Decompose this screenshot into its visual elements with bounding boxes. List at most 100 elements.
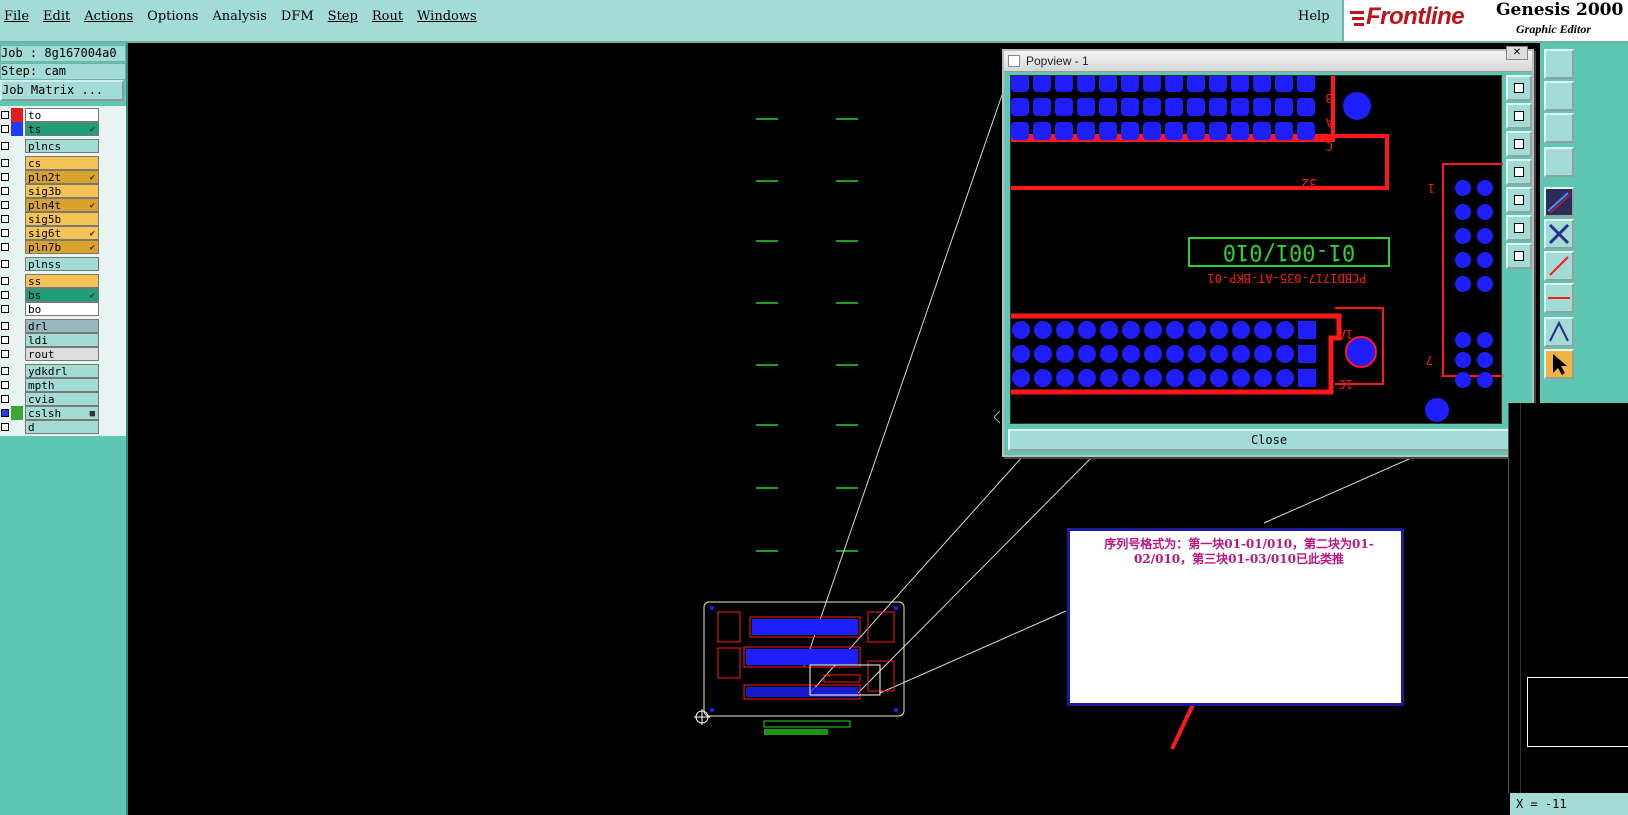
popview-close-button[interactable]: Close [1008, 429, 1530, 451]
overview-frame[interactable] [1527, 677, 1628, 747]
layer-row-to[interactable]: to [0, 108, 100, 122]
snap-icon[interactable] [1544, 317, 1574, 347]
fit-icon[interactable] [1506, 215, 1532, 241]
layer-name[interactable]: to [25, 108, 99, 122]
menu-dfm[interactable]: DFM [281, 9, 314, 24]
layer-row-ldi[interactable]: ldi [0, 333, 100, 347]
layer-row-sig6t[interactable]: sig6t ✔ [0, 226, 100, 240]
layer-name[interactable]: pln7b ✔ [25, 240, 99, 254]
layer-checkbox[interactable] [1, 215, 9, 223]
layer-name[interactable]: ydkdrl [25, 364, 99, 378]
layer-checkbox[interactable] [1, 291, 9, 299]
layer-row-pln7b[interactable]: pln7b ✔ [0, 240, 100, 254]
menu-rout[interactable]: Rout [372, 9, 403, 24]
layer-checkbox[interactable] [1, 229, 9, 237]
measure-icon[interactable] [1544, 251, 1574, 281]
layer-row-pln2t[interactable]: pln2t ✔ [0, 170, 100, 184]
layer-row-plnss[interactable]: plnss [0, 257, 100, 271]
layer-checkbox[interactable] [1, 260, 9, 268]
menu-options[interactable]: Options [147, 9, 198, 24]
fit-all-icon[interactable] [1506, 243, 1532, 269]
layer-row-cslsh[interactable]: cslsh ■ [0, 406, 100, 420]
pan-left-icon[interactable] [1506, 159, 1532, 185]
layer-row-cs[interactable]: cs [0, 156, 100, 170]
layer-checkbox[interactable] [1, 125, 9, 133]
add-line-icon[interactable] [1544, 187, 1574, 217]
pointer-icon[interactable] [1544, 349, 1574, 379]
layer-row-cvia[interactable]: cvia [0, 392, 100, 406]
select-icon[interactable] [1544, 49, 1574, 79]
layer-name[interactable]: pln4t ✔ [25, 198, 99, 212]
layer-row-rout[interactable]: rout [0, 347, 100, 361]
popview-window-close-icon[interactable]: ✕ [1506, 46, 1528, 60]
layer-name[interactable]: pln2t ✔ [25, 170, 99, 184]
window-icon[interactable] [1544, 81, 1574, 111]
layer-checkbox[interactable] [1, 111, 9, 119]
grid-icon[interactable] [1544, 147, 1574, 177]
layer-row-sig5b[interactable]: sig5b [0, 212, 100, 226]
layer-row-mpth[interactable]: mpth [0, 378, 100, 392]
layer-row-bs[interactable]: bs ✔ [0, 288, 100, 302]
menu-windows[interactable]: Windows [417, 9, 477, 24]
layer-checkbox[interactable] [1, 336, 9, 344]
layer-name[interactable]: cslsh ■ [25, 406, 99, 420]
layer-name[interactable]: ts ✔ [25, 122, 99, 136]
layer-name[interactable]: cs [25, 156, 99, 170]
pan-up-icon[interactable] [1506, 131, 1532, 157]
menu-step[interactable]: Step [328, 9, 358, 24]
popview-titlebar[interactable]: Popview - 1 [1004, 51, 1532, 72]
layer-name[interactable]: rout [25, 347, 99, 361]
layer-checkbox[interactable] [1, 243, 9, 251]
layer-name[interactable]: cvia [25, 392, 99, 406]
layer-name[interactable]: sig6t ✔ [25, 226, 99, 240]
layer-row-ts[interactable]: ts ✔ [0, 122, 100, 136]
layer-checkbox[interactable] [1, 367, 9, 375]
layer-checkbox[interactable] [1, 187, 9, 195]
split-icon[interactable] [1544, 283, 1574, 313]
layer-row-ss[interactable]: ss [0, 274, 100, 288]
zoom-in-icon[interactable] [1506, 75, 1532, 101]
layer-checkbox[interactable] [1, 173, 9, 181]
layer-name[interactable]: ldi [25, 333, 99, 347]
layer-name[interactable]: drl [25, 319, 99, 333]
layer-checkbox[interactable] [1, 395, 9, 403]
layer-checkbox[interactable] [1, 305, 9, 313]
menu-analysis[interactable]: Analysis [212, 9, 267, 24]
layer-row-drl[interactable]: drl [0, 319, 100, 333]
menu-edit[interactable]: Edit [43, 9, 70, 24]
layer-checkbox[interactable] [1, 142, 9, 150]
layer-name[interactable]: sig3b [25, 184, 99, 198]
layer-name[interactable]: mpth [25, 378, 99, 392]
layer-name[interactable]: d [25, 420, 99, 434]
zoom-icon[interactable] [1544, 113, 1574, 143]
layer-name[interactable]: bs ✔ [25, 288, 99, 302]
popview-zoom-view[interactable]: 32 A B C 01-001/010 PCBD1717-035-AT-BKP-… [1005, 64, 1514, 424]
layer-row-plncs[interactable]: plncs [0, 139, 100, 153]
pcb-board[interactable] [694, 601, 905, 735]
menu-file[interactable]: File [4, 9, 29, 24]
layer-checkbox[interactable] [1, 201, 9, 209]
layer-checkbox[interactable] [1, 381, 9, 389]
layer-name[interactable]: plncs [25, 139, 99, 153]
layer-checkbox[interactable] [1, 277, 9, 285]
layer-name[interactable]: ss [25, 274, 99, 288]
cross-icon[interactable] [1544, 219, 1574, 249]
layer-checkbox[interactable] [1, 159, 9, 167]
layer-row-sig3b[interactable]: sig3b [0, 184, 100, 198]
layer-row-pln4t[interactable]: pln4t ✔ [0, 198, 100, 212]
layer-checkbox[interactable] [1, 409, 9, 417]
layer-row-ydkdrl[interactable]: ydkdrl [0, 364, 100, 378]
layer-checkbox[interactable] [1, 423, 9, 431]
menu-actions[interactable]: Actions [84, 9, 133, 24]
layer-row-bo[interactable]: bo [0, 302, 100, 316]
zoom-out-icon[interactable] [1506, 103, 1532, 129]
pan-right-icon[interactable] [1506, 187, 1532, 213]
layer-name[interactable]: bo [25, 302, 99, 316]
layer-row-d[interactable]: d [0, 420, 100, 434]
job-matrix-button[interactable]: Job Matrix ... [0, 80, 124, 101]
layer-checkbox[interactable] [1, 350, 9, 358]
layer-name[interactable]: plnss [25, 257, 99, 271]
canvas-scrollbar[interactable] [1508, 403, 1520, 793]
layer-checkbox[interactable] [1, 322, 9, 330]
menu-help[interactable]: Help [1298, 9, 1330, 24]
